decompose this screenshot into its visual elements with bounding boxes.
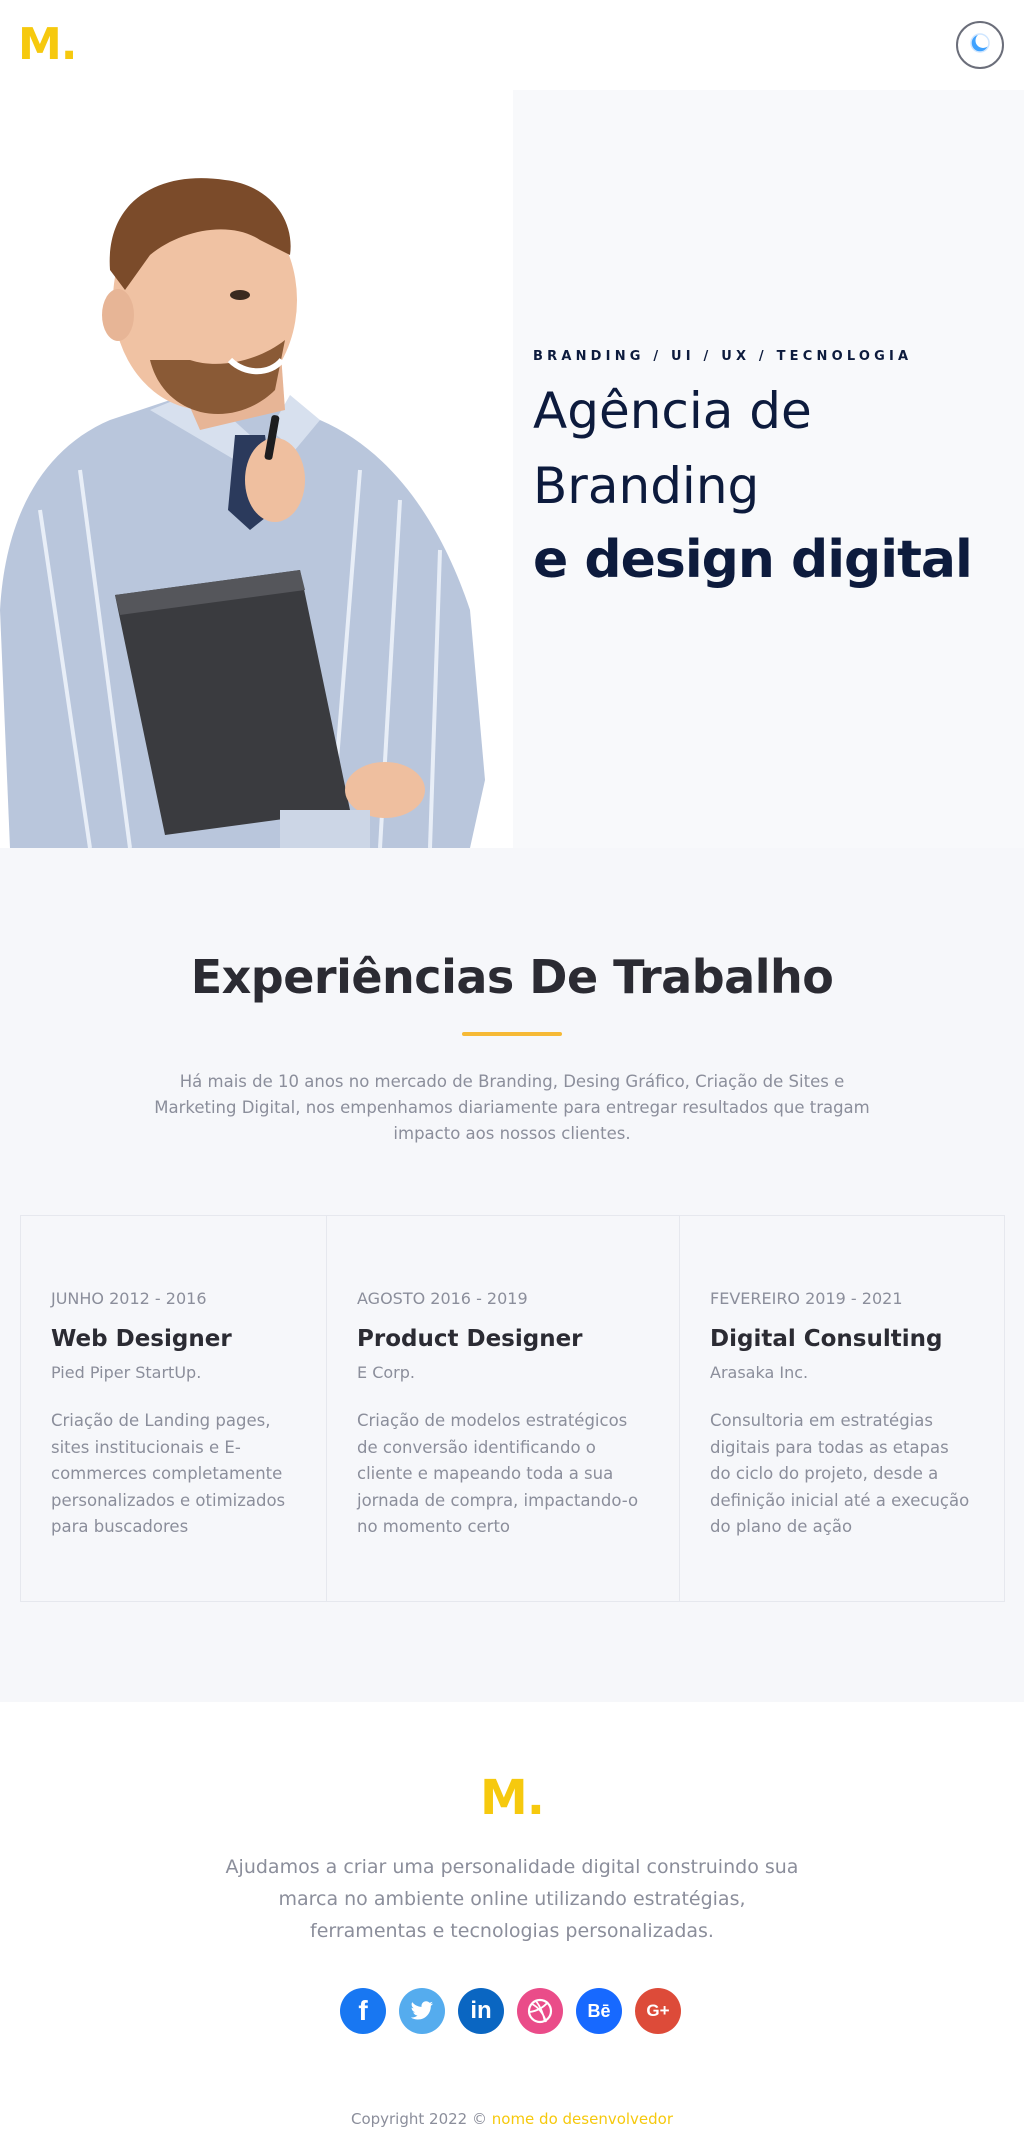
site-header: M. — [0, 0, 1024, 90]
hero-kicker: BRANDING / UI / UX / TECNOLOGIA — [533, 349, 913, 364]
copyright: Copyright 2022 © nome do desenvolvedor — [0, 2110, 1024, 2128]
behance-icon[interactable]: Bē — [576, 1988, 622, 2034]
hero-content: BRANDING / UI / UX / TECNOLOGIA Agência … — [513, 90, 1024, 848]
twitter-icon[interactable] — [399, 1988, 445, 2034]
card-company: Arasaka Inc. — [710, 1363, 809, 1382]
experience-cards: JUNHO 2012 - 2016 Web Designer Pied Pipe… — [20, 1215, 1005, 1602]
title-divider — [462, 1032, 562, 1036]
experiences-title: Experiências De Trabalho — [190, 950, 834, 1004]
card-date: JUNHO 2012 - 2016 — [51, 1289, 207, 1308]
hero-section: BRANDING / UI / UX / TECNOLOGIA Agência … — [0, 90, 1024, 848]
linkedin-icon[interactable]: in — [458, 1988, 504, 2034]
card-date: FEVEREIRO 2019 - 2021 — [710, 1289, 903, 1308]
experience-card: JUNHO 2012 - 2016 Web Designer Pied Pipe… — [21, 1216, 327, 1601]
card-company: E Corp. — [357, 1363, 415, 1382]
card-description: Criação de Landing pages, sites instituc… — [51, 1411, 286, 1536]
card-role: Web Designer — [51, 1326, 232, 1352]
card-description: Consultoria em estratégias digitais para… — [710, 1411, 970, 1536]
experiences-section: Experiências De Trabalho Há mais de 10 a… — [0, 848, 1024, 1702]
hero-title-line2: Branding — [533, 457, 760, 515]
hero-title-line1: Agência de — [533, 382, 812, 440]
logo[interactable]: M. — [18, 20, 77, 70]
developer-link[interactable]: nome do desenvolvedor — [492, 2110, 673, 2128]
experience-card: FEVEREIRO 2019 - 2021 Digital Consulting… — [680, 1216, 1004, 1601]
footer-text: Ajudamos a criar uma personalidade digit… — [225, 1856, 799, 1942]
card-role: Product Designer — [357, 1326, 583, 1352]
dribbble-icon[interactable] — [517, 1988, 563, 2034]
moon-icon — [969, 32, 991, 58]
hero-text-block: BRANDING / UI / UX / TECNOLOGIA Agência … — [533, 349, 973, 596]
footer-logo[interactable]: M. — [0, 1770, 1024, 1826]
copyright-text: Copyright 2022 © — [350, 2110, 487, 2128]
card-date: AGOSTO 2016 - 2019 — [357, 1289, 528, 1308]
hero-title-bold: e design digital — [533, 530, 973, 590]
card-company: Pied Piper StartUp. — [51, 1363, 202, 1382]
experience-card: AGOSTO 2016 - 2019 Product Designer E Co… — [327, 1216, 680, 1601]
experiences-intro: Há mais de 10 anos no mercado de Brandin… — [154, 1072, 870, 1143]
card-role: Digital Consulting — [710, 1326, 943, 1352]
facebook-icon[interactable]: f — [340, 1988, 386, 2034]
site-footer: M. Ajudamos a criar uma personalidade di… — [0, 1702, 1024, 2153]
theme-toggle-button[interactable] — [956, 21, 1004, 69]
social-links: f in Bē G+ — [340, 1988, 681, 2034]
hero-image — [0, 90, 513, 848]
google-plus-icon[interactable]: G+ — [635, 1988, 681, 2034]
card-description: Criação de modelos estratégicos de conve… — [357, 1411, 639, 1536]
